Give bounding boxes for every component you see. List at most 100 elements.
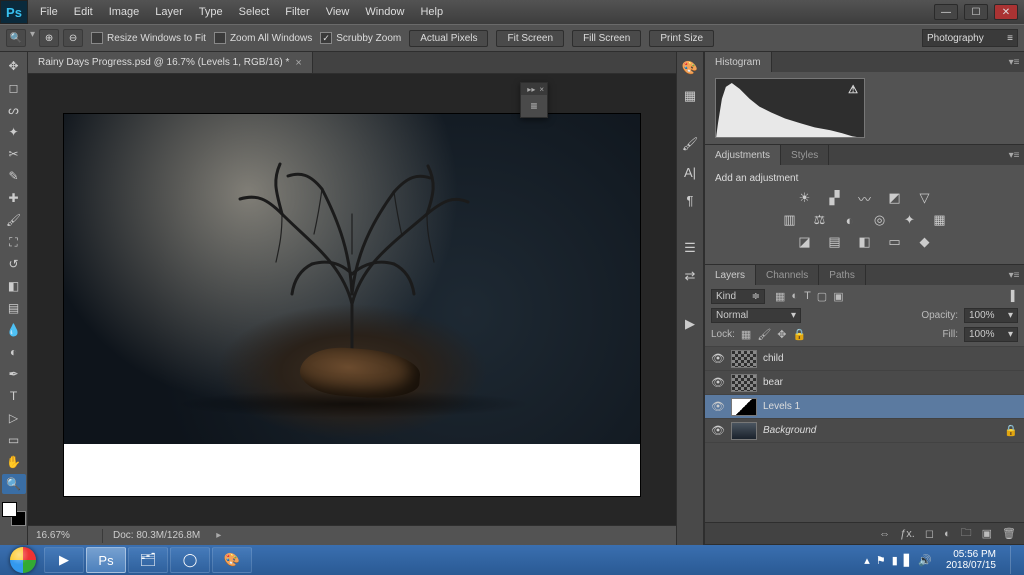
taskbar-paint[interactable]: 🎨 <box>212 547 252 573</box>
menu-type[interactable]: Type <box>191 2 231 22</box>
color-lookup-icon[interactable]: ▦ <box>931 212 949 228</box>
minimize-button[interactable]: — <box>934 4 958 20</box>
delete-layer-icon[interactable]: 🗑 <box>1002 527 1016 540</box>
lasso-tool[interactable]: ᔕ <box>2 100 26 120</box>
fx-icon[interactable]: ƒx. <box>900 528 915 540</box>
swatches-panel-icon[interactable]: ▦ <box>679 86 701 106</box>
new-group-icon[interactable]: 🗀 <box>961 524 972 543</box>
eyedropper-tool[interactable]: ✎ <box>2 166 26 186</box>
layer-name[interactable]: Levels 1 <box>763 401 1018 412</box>
mask-icon[interactable]: ◻ <box>925 527 934 540</box>
channel-mixer-icon[interactable]: ✦ <box>901 212 919 228</box>
eraser-tool[interactable]: ◧ <box>2 276 26 296</box>
menu-window[interactable]: Window <box>357 2 412 22</box>
character-panel-icon[interactable]: A| <box>679 162 701 182</box>
close-tab-icon[interactable]: × <box>295 57 301 69</box>
close-button[interactable]: ✕ <box>994 4 1018 20</box>
marquee-tool[interactable]: ◻ <box>2 78 26 98</box>
paths-tab[interactable]: Paths <box>819 265 866 285</box>
new-adjustment-icon[interactable]: ◐ <box>944 528 951 540</box>
lock-position-icon[interactable]: ✥ <box>777 328 786 341</box>
layer-name[interactable]: child <box>763 353 1018 364</box>
collapse-icon[interactable]: ▸▸ <box>527 85 535 94</box>
gradient-tool[interactable]: ▤ <box>2 298 26 318</box>
chevron-right-icon[interactable]: ▸ <box>216 530 221 541</box>
histogram-tab[interactable]: Histogram <box>705 52 772 72</box>
color-balance-icon[interactable]: ⚖ <box>811 212 829 228</box>
zoom-in-icon[interactable]: ⊕ <box>39 29 59 47</box>
vibrance-icon[interactable]: ▽ <box>916 190 934 206</box>
brightness-icon[interactable]: ☀ <box>796 190 814 206</box>
filter-adjust-icon[interactable]: ◐ <box>791 290 798 303</box>
maximize-button[interactable]: ☐ <box>964 4 988 20</box>
threshold-icon[interactable]: ◧ <box>856 234 874 250</box>
layer-row[interactable]: 👁Levels 1 <box>705 395 1024 419</box>
doc-info[interactable]: Doc: 80.3M/126.8M <box>113 530 200 541</box>
menu-view[interactable]: View <box>318 2 358 22</box>
move-tool[interactable]: ✥ <box>2 56 26 76</box>
shape-tool[interactable]: ▭ <box>2 430 26 450</box>
close-icon[interactable]: × <box>539 85 544 94</box>
bw-icon[interactable]: ◐ <box>841 212 859 228</box>
panel-menu-icon[interactable]: ▾≡ <box>1004 145 1024 165</box>
blend-mode-select[interactable]: Normal ▾ <box>711 308 801 323</box>
pen-tool[interactable]: ✒ <box>2 364 26 384</box>
healing-tool[interactable]: ✚ <box>2 188 26 208</box>
channels-tab[interactable]: Channels <box>756 265 819 285</box>
tray-flag-icon[interactable]: ⚑ <box>876 554 886 567</box>
taskbar-photoshop[interactable]: Ps <box>86 547 126 573</box>
exposure-icon[interactable]: ◩ <box>886 190 904 206</box>
taskbar-chrome[interactable]: ◯ <box>170 547 210 573</box>
layers-tab[interactable]: Layers <box>705 265 756 285</box>
taskbar-media-player[interactable]: ▶ <box>44 547 84 573</box>
color-panel-icon[interactable]: 🎨 <box>679 58 701 78</box>
layer-thumbnail[interactable] <box>731 422 757 440</box>
path-select-tool[interactable]: ▷ <box>2 408 26 428</box>
zoom-out-icon[interactable]: ⊖ <box>63 29 83 47</box>
styles-tab[interactable]: Styles <box>781 145 829 165</box>
color-swatches[interactable] <box>2 502 26 526</box>
levels-icon[interactable]: ▞ <box>826 190 844 206</box>
foreground-swatch[interactable] <box>2 502 17 517</box>
layer-row[interactable]: 👁Background🔒 <box>705 419 1024 443</box>
filter-kind-select[interactable]: Kind ≑ <box>711 289 765 304</box>
zoom-value[interactable]: 16.67% <box>36 530 92 541</box>
invert-icon[interactable]: ◪ <box>796 234 814 250</box>
lock-transparent-icon[interactable]: ▦ <box>741 328 751 341</box>
link-layers-icon[interactable]: ⇔ <box>879 528 890 540</box>
tray-battery-icon[interactable]: ▮ <box>892 554 898 567</box>
layer-thumbnail[interactable] <box>731 350 757 368</box>
adjustments-shortcut-icon[interactable]: ≡ <box>521 95 547 117</box>
hand-tool[interactable]: ✋ <box>2 452 26 472</box>
floating-panel-header[interactable]: ▸▸ × <box>521 83 547 95</box>
layer-row[interactable]: 👁 bear <box>705 371 1024 395</box>
document-tab[interactable]: Rainy Days Progress.psd @ 16.7% (Levels … <box>28 52 313 73</box>
visibility-icon[interactable]: 👁 <box>711 352 725 366</box>
curves-icon[interactable]: 〰 <box>856 190 874 206</box>
tray-volume-icon[interactable]: 🔊 <box>918 554 932 567</box>
zoom-tool[interactable]: 🔍 <box>2 474 26 494</box>
opacity-input[interactable]: 100% ▾ <box>964 308 1018 323</box>
fill-input[interactable]: 100% ▾ <box>964 327 1018 342</box>
menu-file[interactable]: File <box>32 2 66 22</box>
histogram-graph[interactable]: ⚠ <box>715 78 865 138</box>
layer-row[interactable]: 👁 child <box>705 347 1024 371</box>
photo-filter-icon[interactable]: ◎ <box>871 212 889 228</box>
history-panel-icon[interactable]: ☰ <box>679 238 701 258</box>
filter-shape-icon[interactable]: ▢ <box>817 290 827 303</box>
visibility-icon[interactable]: 👁 <box>711 376 725 390</box>
panel-menu-icon[interactable]: ▾≡ <box>1004 52 1024 72</box>
tray-up-icon[interactable]: ▴ <box>864 554 870 567</box>
filter-toggle[interactable]: ▌ <box>1011 291 1018 302</box>
blur-tool[interactable]: 💧 <box>2 320 26 340</box>
warning-icon[interactable]: ⚠ <box>848 83 858 96</box>
layer-name[interactable]: Background <box>763 425 998 436</box>
layer-thumbnail[interactable] <box>731 374 757 392</box>
lock-all-icon[interactable]: 🔒 <box>793 328 807 341</box>
zoom-all-check[interactable]: Zoom All Windows <box>214 32 312 44</box>
layer-name[interactable]: bear <box>763 377 1018 388</box>
taskbar-explorer[interactable]: 🗂 <box>128 547 168 573</box>
fill-screen-button[interactable]: Fill Screen <box>572 30 641 47</box>
scrubby-zoom-check[interactable]: ✓ Scrubby Zoom <box>320 32 401 44</box>
filter-smart-icon[interactable]: ▣ <box>833 290 843 303</box>
